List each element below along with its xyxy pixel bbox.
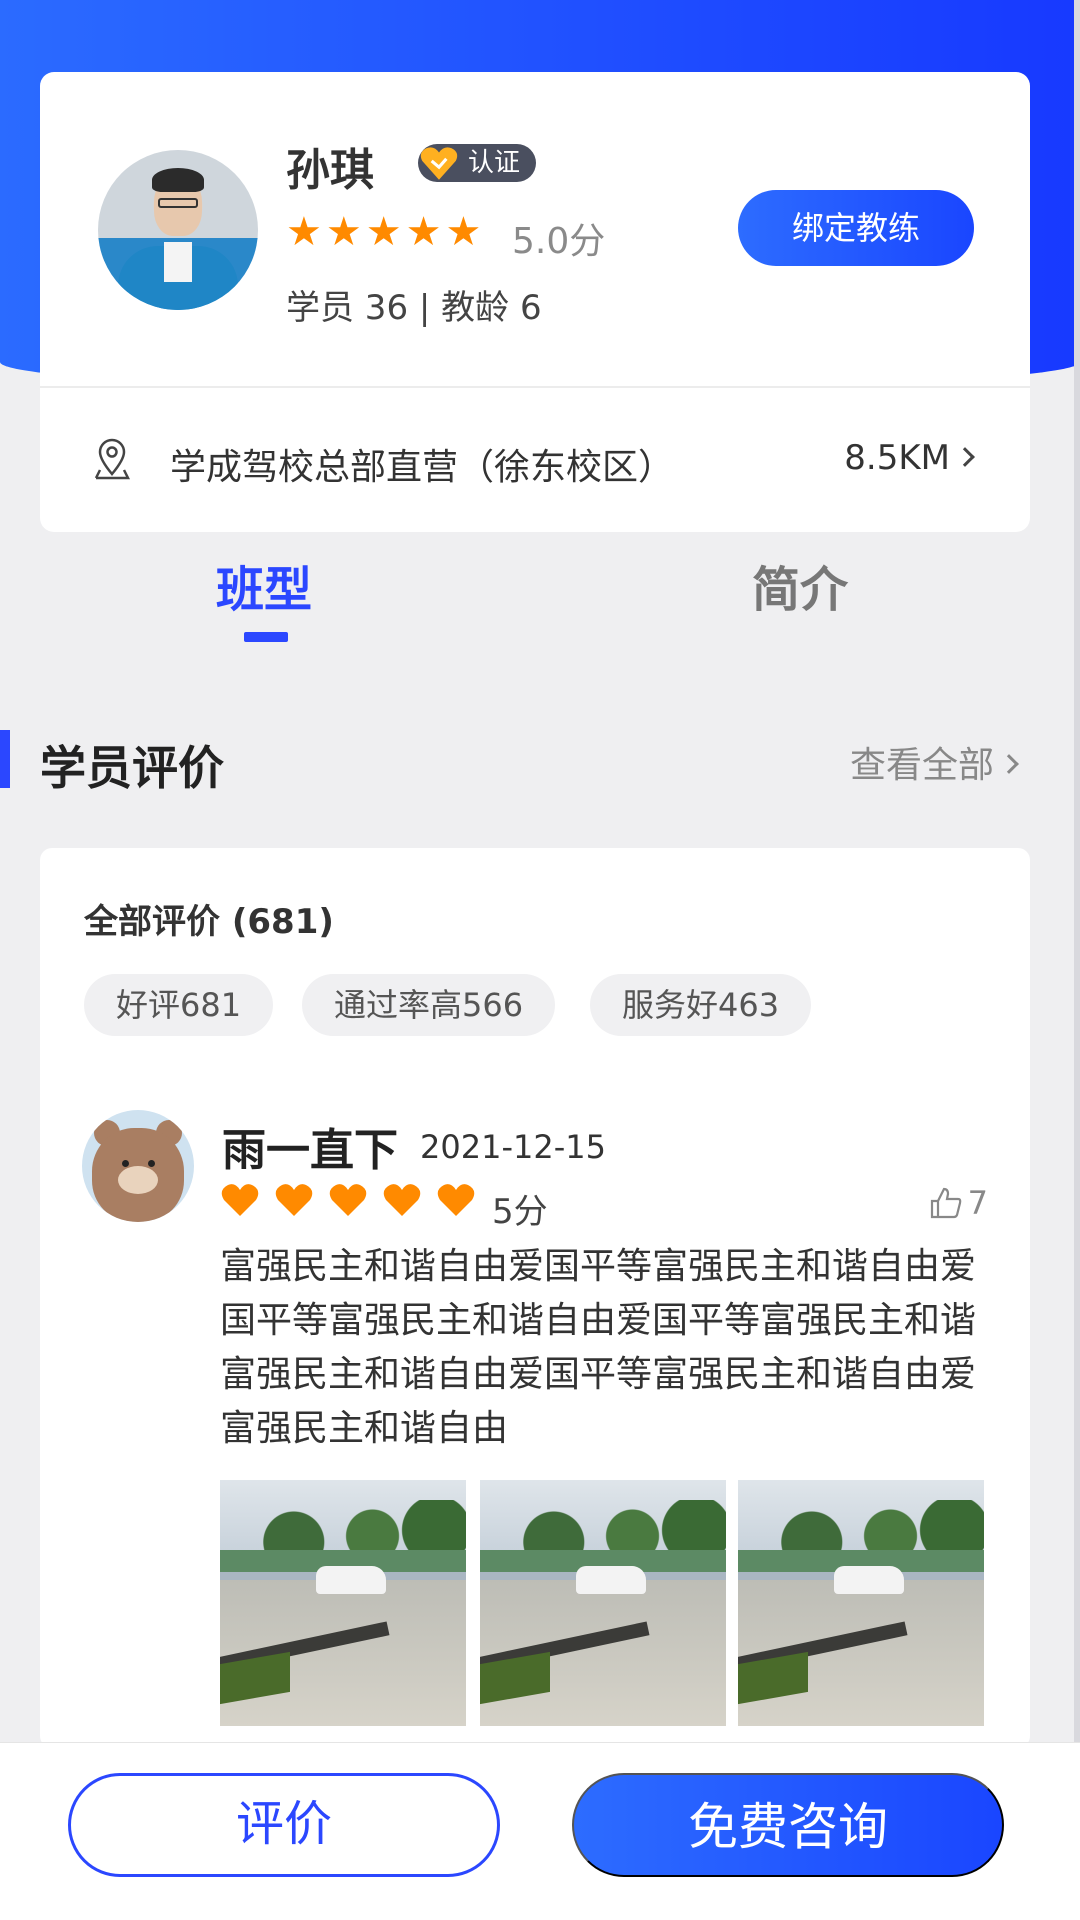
active-tab-indicator [244, 632, 288, 642]
view-all-label: 查看全部 [849, 745, 994, 786]
reviews-card: 全部评价 (681) 好评681 通过率高566 服务好463 雨一直下 202… [40, 848, 1030, 1748]
review-text: 富强民主和谐自由爱国平等富强民主和谐自由爱国平等富强民主和谐自由爱国平等富强民主… [220, 1246, 977, 1449]
coach-score: 5.0分 [512, 221, 606, 262]
coach-rating-stars: ★ ★ ★ ★ ★ [286, 212, 481, 252]
heart-icon [383, 1184, 421, 1216]
location-pin-icon [94, 438, 131, 480]
coach-avatar[interactable] [98, 150, 258, 310]
distance-link[interactable]: 8.5KM [844, 438, 975, 478]
free-consult-button[interactable]: 免费咨询 [572, 1773, 1004, 1877]
coach-stats: 学员 36 | 教龄 6 [286, 288, 542, 328]
review-tag[interactable]: 服务好463 [590, 974, 812, 1036]
like-button[interactable]: 7 [928, 1184, 988, 1222]
review-photo[interactable] [738, 1480, 984, 1726]
divider [40, 386, 1030, 388]
heart-icon [329, 1184, 367, 1216]
reviewer-avatar[interactable] [82, 1110, 194, 1222]
star-icon: ★ [325, 209, 362, 255]
heart-icon [275, 1184, 313, 1216]
chevron-right-icon [999, 754, 1019, 774]
like-count: 7 [967, 1184, 988, 1222]
view-all-link[interactable]: 查看全部 [849, 736, 1019, 788]
heart-icon [221, 1184, 259, 1216]
bottom-action-bar: 评价 免费咨询 [0, 1742, 1080, 1920]
tab-class-types[interactable]: 班型 [216, 550, 312, 620]
review-tag[interactable]: 通过率高566 [302, 974, 556, 1036]
scrollbar-track[interactable] [1074, 0, 1080, 1920]
star-icon: ★ [365, 209, 402, 255]
star-icon: ★ [286, 209, 322, 255]
chevron-right-icon [955, 446, 975, 467]
review-score: 5分 [492, 1192, 548, 1232]
star-icon: ★ [445, 209, 482, 255]
school-address[interactable]: 学成驾校总部直营（徐东校区） [170, 438, 674, 490]
review-tag[interactable]: 好评681 [84, 974, 274, 1036]
certified-label: 认证 [468, 148, 521, 178]
write-review-button[interactable]: 评价 [68, 1773, 500, 1877]
bind-coach-button[interactable]: 绑定教练 [738, 190, 974, 266]
review-rating-hearts [220, 1182, 476, 1218]
reviews-section-title: 学员评价 [40, 741, 224, 795]
review-photo[interactable] [480, 1480, 726, 1726]
coach-name: 孙琪 [286, 145, 374, 196]
coach-profile-card: 孙琪 认证 ★ ★ ★ ★ ★ 5.0分 学员 36 | 教龄 6 绑定教练 学… [40, 72, 1030, 532]
distance-value: 8.5KM [844, 438, 950, 478]
review-date: 2021-12-15 [420, 1128, 606, 1166]
certified-badge: 认证 [418, 144, 537, 182]
reviewer-name: 雨一直下 [222, 1125, 398, 1176]
section-accent-bar [0, 730, 10, 788]
tab-intro[interactable]: 简介 [752, 550, 848, 620]
heart-badge-icon [420, 147, 458, 180]
star-icon: ★ [405, 209, 442, 255]
review-photo[interactable] [220, 1480, 466, 1726]
heart-icon [437, 1184, 475, 1216]
thumbs-up-icon [930, 1187, 961, 1219]
all-reviews-title: 全部评价 (681) [84, 902, 334, 942]
